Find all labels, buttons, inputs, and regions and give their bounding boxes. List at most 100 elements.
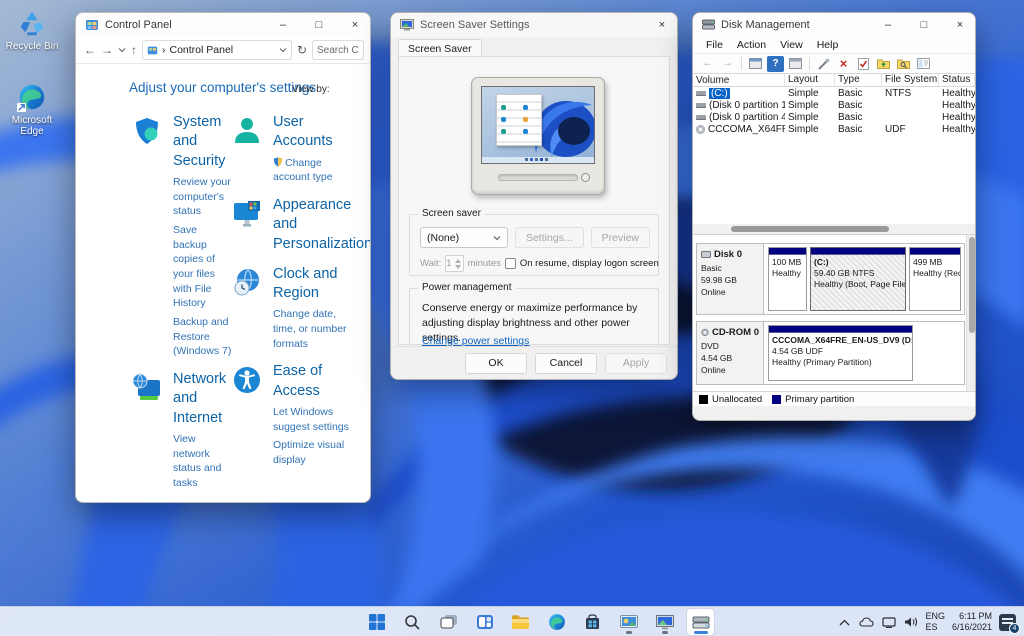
forward-icon[interactable]: → (101, 43, 113, 57)
category-link[interactable]: Review your computer's status (173, 175, 233, 219)
spin-down-icon[interactable] (455, 265, 461, 269)
search-button[interactable] (399, 609, 426, 635)
scrollbar-thumb[interactable] (731, 226, 889, 232)
toolbar-checkdoc-icon[interactable] (855, 56, 872, 72)
preview-button[interactable]: Preview (591, 227, 650, 248)
minimize-button[interactable]: – (268, 14, 298, 36)
toolbar-forward-icon[interactable]: → (719, 56, 736, 72)
category-link[interactable]: Save backup copies of your files with Fi… (173, 223, 233, 311)
disk-management-titlebar[interactable]: Disk Management – □ × (693, 13, 975, 36)
maximize-button[interactable]: □ (909, 14, 939, 36)
toolbar-console2-icon[interactable] (787, 56, 804, 72)
tab-screen-saver[interactable]: Screen Saver (398, 39, 482, 57)
toolbar-folder-search-icon[interactable] (895, 56, 912, 72)
menu-view[interactable]: View (773, 39, 810, 51)
clock-globe-icon[interactable] (231, 267, 263, 299)
desktop-icon-recycle-bin[interactable]: Recycle Bin (4, 8, 60, 52)
wait-spinner[interactable]: 1 (445, 255, 463, 272)
ok-button[interactable]: OK (465, 353, 527, 374)
menu-file[interactable]: File (699, 39, 730, 51)
toolbar-folder-up-icon[interactable] (875, 56, 892, 72)
scrollbar-thumb[interactable] (969, 237, 975, 333)
file-explorer-button[interactable] (507, 609, 534, 635)
close-button[interactable]: × (340, 14, 370, 36)
apply-button[interactable]: Apply (605, 353, 667, 374)
category-link[interactable]: Change date, time, or number formats (273, 307, 357, 351)
spin-up-icon[interactable] (455, 259, 461, 263)
control-panel-taskbar-button[interactable] (615, 609, 642, 635)
toolbar-back-icon[interactable]: ← (699, 56, 716, 72)
control-panel-titlebar[interactable]: Control Panel – □ × (76, 13, 370, 37)
edge-button[interactable] (543, 609, 570, 635)
volume-icon[interactable] (903, 615, 918, 630)
cancel-button[interactable]: Cancel (535, 353, 597, 374)
toolbar-wand-icon[interactable] (815, 56, 832, 72)
table-row[interactable]: (Disk 0 partition 1) Simple Basic Health… (693, 99, 975, 111)
logon-checkbox-label[interactable]: On resume, display logon screen (520, 258, 659, 269)
desktop-icon-microsoft-edge[interactable]: Microsoft Edge (4, 82, 60, 137)
toolbar-console-icon[interactable] (747, 56, 764, 72)
start-button[interactable] (363, 609, 390, 635)
category-title[interactable]: Clock and Region (273, 266, 337, 301)
widgets-button[interactable] (471, 609, 498, 635)
close-button[interactable]: × (945, 14, 975, 36)
table-header[interactable]: Volume Layout Type File System Status (693, 74, 975, 87)
monitor-palette-icon[interactable] (231, 198, 263, 230)
breadcrumb[interactable]: Control Panel (170, 44, 234, 56)
task-view-button[interactable] (435, 609, 462, 635)
minimize-button[interactable]: – (873, 14, 903, 36)
disk-management-taskbar-button[interactable] (687, 609, 714, 635)
user-icon[interactable] (231, 115, 263, 147)
toolbar-delete-icon[interactable]: × (835, 56, 852, 72)
ease-of-access-icon[interactable] (231, 364, 263, 396)
breadcrumb-chevron-icon[interactable] (279, 46, 287, 54)
back-icon[interactable]: ← (84, 43, 96, 57)
screensaver-taskbar-button[interactable] (651, 609, 678, 635)
partition-c[interactable]: (C:)59.40 GB NTFSHealthy (Boot, Page Fil… (810, 247, 906, 311)
category-link[interactable]: Let Windows suggest settings (273, 405, 357, 434)
notification-center-button[interactable]: 4 (999, 614, 1016, 631)
cdrom-label[interactable]: CD-ROM 0 DVD 4.54 GB Online (697, 322, 764, 384)
onedrive-cloud-icon[interactable] (859, 615, 874, 630)
settings-button[interactable]: Settings... (515, 227, 584, 248)
vertical-scrollbar[interactable] (966, 235, 975, 391)
microsoft-store-button[interactable] (579, 609, 606, 635)
table-row[interactable]: (C:) Simple Basic NTFS Healthy (693, 87, 975, 99)
category-title[interactable]: System and Security (173, 114, 225, 169)
close-button[interactable]: × (647, 14, 677, 36)
table-row[interactable]: (Disk 0 partition 4) Simple Basic Health… (693, 111, 975, 123)
category-title[interactable]: Network and Internet (173, 371, 226, 426)
disk0-label[interactable]: Disk 0 Basic 59.98 GB Online (697, 244, 764, 314)
search-input[interactable] (312, 40, 364, 60)
refresh-icon[interactable]: ↻ (297, 43, 307, 57)
address-bar[interactable]: › Control Panel (142, 40, 292, 60)
partition-system[interactable]: 100 MBHealthy (768, 247, 807, 311)
maximize-button[interactable]: □ (304, 14, 334, 36)
shield-icon[interactable] (131, 115, 163, 147)
tray-chevron-icon[interactable] (837, 615, 852, 630)
category-link-change-account-type[interactable]: Change account type (273, 156, 357, 185)
screensaver-titlebar[interactable]: Screen Saver Settings × (391, 13, 677, 37)
category-title[interactable]: Appearance and Personalization (273, 197, 371, 252)
language-indicator[interactable]: ENG ES (925, 611, 945, 634)
toolbar-help-icon[interactable]: ? (767, 56, 784, 72)
menu-action[interactable]: Action (730, 39, 773, 51)
up-icon[interactable]: ↑ (131, 43, 137, 57)
category-link[interactable]: View network status and tasks (173, 432, 233, 491)
category-link[interactable]: Backup and Restore (Windows 7) (173, 315, 233, 359)
menu-help[interactable]: Help (810, 39, 846, 51)
partition-recovery[interactable]: 499 MBHealthy (Rec (909, 247, 961, 311)
table-row[interactable]: CCCOMA_X64FRE... Simple Basic UDF Health… (693, 123, 975, 135)
horizontal-scrollbar[interactable] (693, 224, 975, 234)
clock-date[interactable]: 6:11 PM 6/16/2021 (952, 611, 992, 634)
toolbar-properties-icon[interactable] (915, 56, 932, 72)
view-by-label[interactable]: View by: (292, 84, 330, 95)
history-chevron-icon[interactable] (118, 46, 126, 54)
category-link[interactable]: Optimize visual display (273, 438, 357, 467)
screensaver-dropdown[interactable]: (None) (420, 227, 508, 248)
category-title[interactable]: User Accounts (273, 114, 333, 149)
network-globe-icon[interactable] (131, 372, 163, 404)
category-title[interactable]: Ease of Access (273, 363, 322, 398)
partition-dvd[interactable]: CCCOMA_X64FRE_EN-US_DV9 (D:)4.54 GB UDFH… (768, 325, 913, 381)
logon-checkbox[interactable] (505, 258, 516, 269)
